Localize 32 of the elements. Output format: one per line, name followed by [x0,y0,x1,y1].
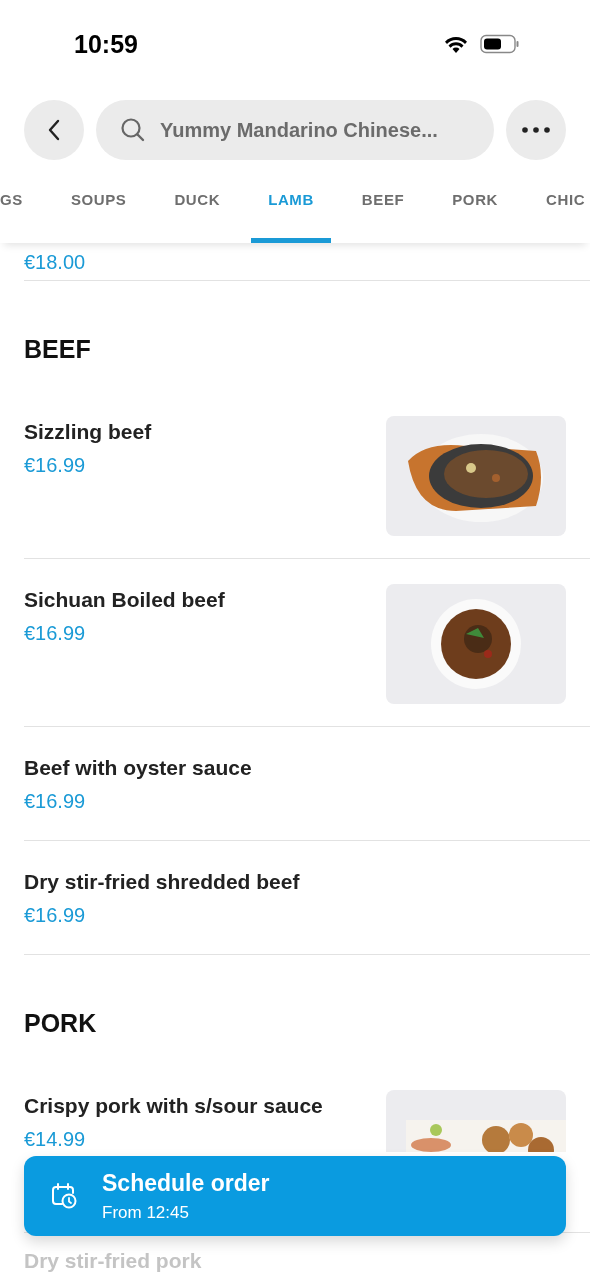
category-tab[interactable]: BEEF [344,160,422,243]
wifi-icon [444,35,468,53]
schedule-time: From 12:45 [102,1202,190,1223]
schedule-title: Schedule order [102,1169,270,1197]
section-title: BEEF [24,335,91,363]
status-time: 10:59 [74,29,138,59]
item-price: €16.99 [24,622,87,644]
item-price: €18.00 [24,250,86,273]
item-price: €16.99 [24,790,87,812]
item-name: Beef with oyster sauce [24,755,252,781]
category-tab[interactable]: PORK [435,160,515,243]
item-name: Sichuan Boiled beef [24,587,225,613]
category-tab[interactable]: LAMB [251,160,331,243]
calendar-clock-icon [50,1182,78,1210]
category-tab[interactable]: DUCK [157,160,238,243]
item-price: €14.99 [24,1128,87,1150]
item-name: Crispy pork with s/sour sauce [24,1093,323,1119]
item-name: Sizzling beef [24,419,152,445]
category-tab[interactable]: CHIC [529,160,590,243]
item-name: Dry stir-fried shredded beef [24,869,300,895]
item-price: €16.99 [24,454,87,476]
schedule-order-button[interactable]: Schedule order From 12:45 [24,1156,566,1236]
battery-icon [480,34,520,54]
search-field[interactable]: Yummy Mandarino Chinese... [96,100,494,160]
section-title: PORK [24,1009,97,1037]
item-price: €16.99 [24,904,87,926]
chevron-left-icon [47,118,61,142]
category-tab[interactable]: SOUPS [53,160,144,243]
more-icon [522,127,550,133]
item-name: Dry stir-fried pork [24,1248,202,1274]
category-tab[interactable]: GS [0,160,40,243]
search-icon [120,117,146,143]
